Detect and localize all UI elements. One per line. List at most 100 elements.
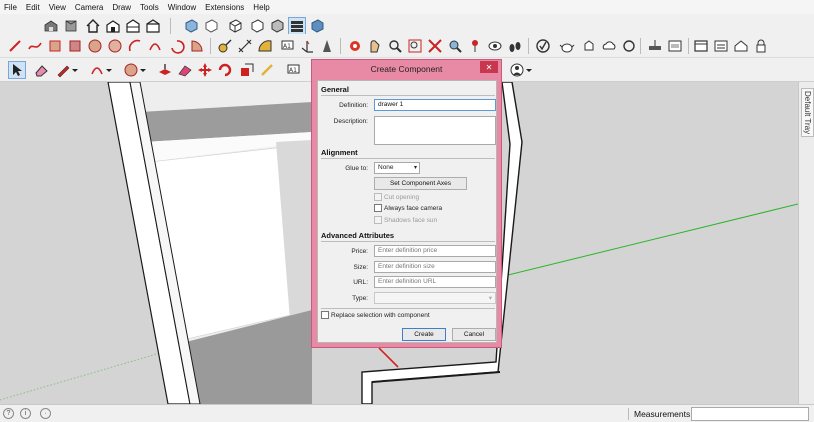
share-model-icon[interactable] <box>580 37 598 55</box>
close-icon[interactable]: ✕ <box>480 61 498 73</box>
definition-field[interactable]: drawer 1 <box>374 99 496 111</box>
teapot-icon[interactable] <box>558 37 576 55</box>
shape-dropdown-icon[interactable] <box>138 61 148 79</box>
zoom-window-icon[interactable] <box>406 37 424 55</box>
polygon-icon[interactable] <box>106 37 124 55</box>
price-field[interactable]: Enter definition price <box>374 245 496 257</box>
drawing-toolbar: A1 <box>0 34 814 58</box>
protractor-icon[interactable] <box>256 37 274 55</box>
textured-style-icon[interactable] <box>308 17 326 35</box>
instructor-icon[interactable]: · <box>40 408 51 419</box>
menu-file[interactable]: File <box>4 3 17 12</box>
replace-selection-label: Replace selection with component <box>331 311 430 319</box>
bottom-view-icon[interactable] <box>248 17 266 35</box>
description-field[interactable] <box>374 116 496 145</box>
menu-view[interactable]: View <box>49 3 66 12</box>
label-text-icon[interactable]: A1 <box>284 61 302 79</box>
views-icon[interactable] <box>62 17 80 35</box>
front-view-icon[interactable] <box>104 17 122 35</box>
cloud-icon[interactable] <box>600 37 618 55</box>
glue-to-select[interactable]: None ▾ <box>374 162 420 174</box>
section-plane-icon[interactable] <box>646 37 664 55</box>
dimension-icon[interactable] <box>236 37 254 55</box>
select-icon[interactable] <box>8 61 26 79</box>
iso-view-icon[interactable] <box>144 17 162 35</box>
layers-icon[interactable] <box>712 37 730 55</box>
cancel-button[interactable]: Cancel <box>452 328 496 341</box>
always-face-camera-label: Always face camera <box>384 204 443 212</box>
circle-icon[interactable] <box>86 37 104 55</box>
orbit-icon[interactable] <box>346 37 364 55</box>
profile-dropdown-icon[interactable] <box>524 61 534 79</box>
left-view-icon[interactable] <box>226 17 244 35</box>
replace-selection-checkbox[interactable]: Replace selection with component <box>321 311 430 319</box>
text-icon[interactable]: A1 <box>278 37 296 55</box>
menu-window[interactable]: Window <box>168 3 196 12</box>
menu-help[interactable]: Help <box>253 3 269 12</box>
monochrome-style-icon[interactable] <box>288 17 306 35</box>
shaded-style-icon[interactable] <box>268 17 286 35</box>
right-view-icon[interactable] <box>202 17 220 35</box>
rectangle-icon[interactable] <box>46 37 64 55</box>
display-section-icon[interactable] <box>666 37 684 55</box>
shadows-face-sun-checkbox[interactable]: Shadows face sun <box>374 216 437 224</box>
glue-to-value: None <box>378 164 394 171</box>
top-view-icon[interactable] <box>182 17 200 35</box>
lock-icon[interactable] <box>752 37 770 55</box>
3d-text-icon[interactable] <box>318 37 336 55</box>
freehand-icon[interactable] <box>26 37 44 55</box>
svg-text:A1: A1 <box>289 67 297 74</box>
menu-tools[interactable]: Tools <box>140 3 159 12</box>
zoom-extents-icon[interactable] <box>426 37 444 55</box>
menu-camera[interactable]: Camera <box>75 3 103 12</box>
always-face-camera-checkbox[interactable]: Always face camera <box>374 204 442 212</box>
previous-view-icon[interactable] <box>446 37 464 55</box>
three-point-arc-icon[interactable] <box>168 37 186 55</box>
line-icon[interactable] <box>6 37 24 55</box>
pencil-dropdown-icon[interactable] <box>70 61 80 79</box>
set-component-axes-button[interactable]: Set Component Axes <box>374 177 467 190</box>
dialog-body: General Definition: drawer 1 Description… <box>317 80 497 343</box>
sync-icon[interactable] <box>620 37 638 55</box>
push-pull-icon[interactable] <box>156 61 174 79</box>
default-tray-tab[interactable]: Default Tray <box>801 88 814 138</box>
create-button[interactable]: Create <box>402 328 446 341</box>
arc-dropdown-icon[interactable] <box>104 61 114 79</box>
move-icon[interactable] <box>196 61 214 79</box>
url-field[interactable]: Enter definition URL <box>374 276 496 288</box>
home-icon[interactable] <box>84 17 102 35</box>
menu-edit[interactable]: Edit <box>26 3 40 12</box>
eraser-icon[interactable] <box>32 61 50 79</box>
measurements-input[interactable] <box>691 407 809 421</box>
tape-measure-icon[interactable] <box>216 37 234 55</box>
look-around-icon[interactable] <box>486 37 504 55</box>
cut-opening-checkbox[interactable]: Cut opening <box>374 193 419 201</box>
general-header: General <box>321 85 349 94</box>
scale-icon[interactable] <box>238 61 256 79</box>
arc-icon[interactable] <box>126 37 144 55</box>
back-view-icon[interactable] <box>124 17 142 35</box>
follow-me-icon[interactable] <box>176 61 194 79</box>
size-field[interactable]: Enter definition size <box>374 261 496 273</box>
alignment-header: Alignment <box>321 148 358 157</box>
menu-extensions[interactable]: Extensions <box>205 3 244 12</box>
walk-icon[interactable] <box>506 37 524 55</box>
window-icon[interactable] <box>692 37 710 55</box>
two-point-arc-icon[interactable] <box>146 37 164 55</box>
position-camera-icon[interactable] <box>466 37 484 55</box>
warehouse-icon[interactable] <box>42 17 60 35</box>
pie-icon[interactable] <box>188 37 206 55</box>
extension-warehouse-icon[interactable] <box>732 37 750 55</box>
zoom-icon[interactable] <box>386 37 404 55</box>
menu-draw[interactable]: Draw <box>112 3 131 12</box>
credits-icon[interactable]: i <box>20 408 31 419</box>
rotated-rectangle-icon[interactable] <box>66 37 84 55</box>
type-select[interactable]: ▾ <box>374 292 496 304</box>
rotate-icon[interactable] <box>216 61 234 79</box>
status-separator <box>628 408 629 420</box>
pan-icon[interactable] <box>366 37 384 55</box>
axes-icon[interactable] <box>298 37 316 55</box>
offset-icon[interactable] <box>258 61 276 79</box>
geo-location-icon[interactable]: ? <box>3 408 14 419</box>
check-validity-icon[interactable] <box>534 37 552 55</box>
